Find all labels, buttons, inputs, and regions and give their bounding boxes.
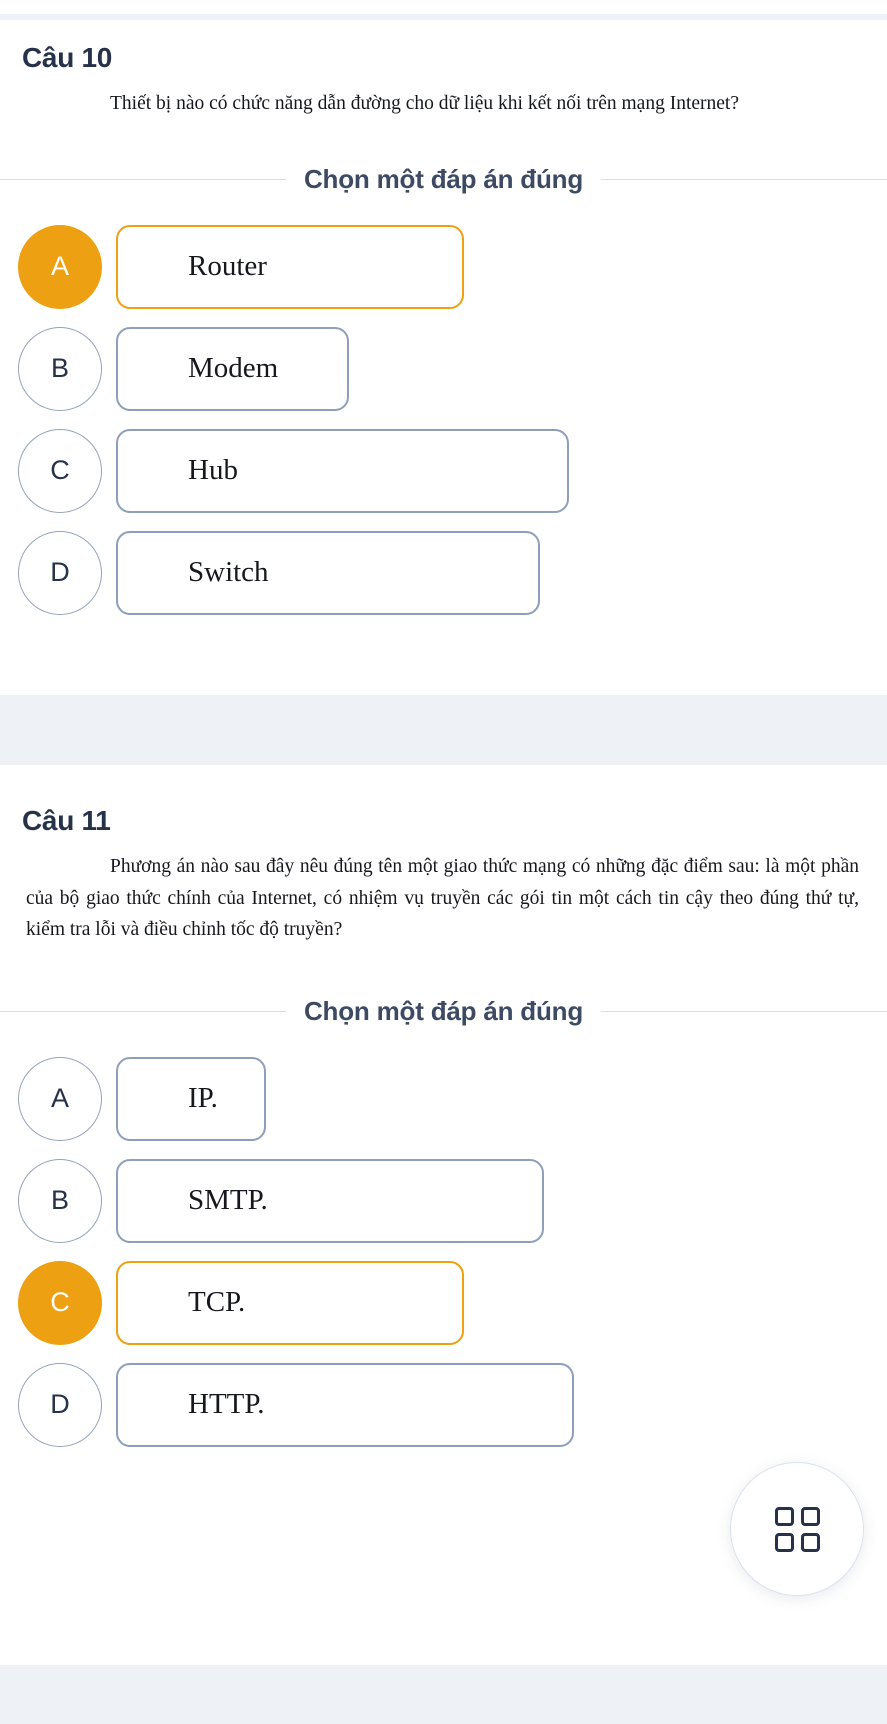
answer-instruction-label: Chọn một đáp án đúng: [303, 163, 584, 194]
page-title: Câu 10: [22, 42, 113, 73]
option-row-a-11[interactable]: A IP.: [0, 1056, 887, 1141]
grid-cell-1: [774, 1506, 794, 1526]
option-badge-b[interactable]: B: [18, 326, 102, 411]
option-row-b[interactable]: B Modem: [0, 326, 887, 411]
option-row-d[interactable]: D Switch: [0, 530, 887, 615]
previous-card-edge: [0, 0, 887, 14]
option-box-d-11[interactable]: HTTP.: [116, 1362, 574, 1447]
card-separator-band: [0, 695, 887, 765]
option-box-b-11[interactable]: SMTP.: [116, 1158, 544, 1243]
option-box-c[interactable]: Hub: [116, 428, 569, 513]
option-box-d[interactable]: Switch: [116, 530, 540, 615]
bottom-gap-band: [0, 1665, 887, 1724]
option-row-c[interactable]: C Hub: [0, 428, 887, 513]
divider-right-11: [601, 1010, 887, 1012]
options-list-11: A IP. B SMTP. C TCP. D HTTP.: [0, 1027, 887, 1447]
option-row-c-11[interactable]: C TCP.: [0, 1260, 887, 1345]
option-box-c-11[interactable]: TCP.: [116, 1260, 464, 1345]
grid-cell-2: [800, 1506, 820, 1526]
option-badge-d[interactable]: D: [18, 530, 102, 615]
divider-left-11: [0, 1010, 286, 1012]
page-title-11: Câu 11: [22, 805, 111, 836]
answer-instruction-divider-11: Chọn một đáp án đúng: [0, 996, 887, 1027]
answer-instruction-label-11: Chọn một đáp án đúng: [303, 995, 584, 1026]
option-badge-b-11[interactable]: B: [18, 1158, 102, 1243]
option-badge-c[interactable]: C: [18, 428, 102, 513]
option-box-a-11[interactable]: IP.: [116, 1056, 266, 1141]
option-badge-d-11[interactable]: D: [18, 1362, 102, 1447]
grid-2x2-icon: [774, 1506, 820, 1552]
divider-right: [601, 178, 887, 180]
option-badge-a-11[interactable]: A: [18, 1056, 102, 1141]
question-card-10: Câu 10 Thiết bị nào có chức năng dẫn đườ…: [0, 20, 887, 695]
divider-left: [0, 178, 286, 180]
question-grid-fab[interactable]: [730, 1462, 864, 1596]
grid-cell-3: [774, 1532, 794, 1552]
quiz-page: Câu 10 Thiết bị nào có chức năng dẫn đườ…: [0, 0, 887, 1724]
answer-instruction-divider: Chọn một đáp án đúng: [0, 164, 887, 195]
option-badge-c-11[interactable]: C: [18, 1260, 102, 1345]
option-badge-a[interactable]: A: [18, 224, 102, 309]
options-list-10: A Router B Modem C Hub D Switch: [0, 195, 887, 615]
option-row-a[interactable]: A Router: [0, 224, 887, 309]
option-row-b-11[interactable]: B SMTP.: [0, 1158, 887, 1243]
question-prompt: Thiết bị nào có chức năng dẫn đường cho …: [110, 93, 739, 114]
option-box-b[interactable]: Modem: [116, 326, 349, 411]
option-row-d-11[interactable]: D HTTP.: [0, 1362, 887, 1447]
grid-cell-4: [800, 1532, 820, 1552]
option-box-a[interactable]: Router: [116, 224, 464, 309]
question-prompt-11: Phương án nào sau đây nêu đúng tên một g…: [26, 856, 859, 941]
